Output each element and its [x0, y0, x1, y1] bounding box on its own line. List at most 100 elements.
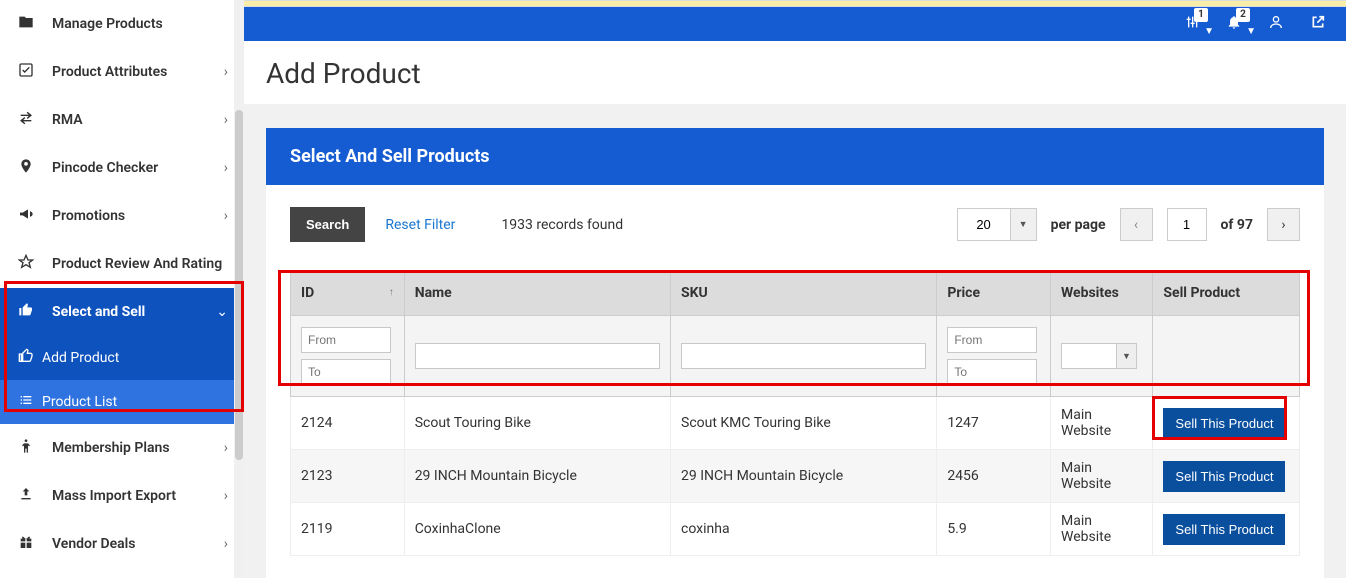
badge: 1 — [1194, 8, 1208, 22]
sidebar-item-label: Pincode Checker — [52, 160, 224, 176]
records-found-text: 1933 records found — [501, 217, 623, 233]
sell-this-product-button[interactable]: Sell This Product — [1163, 461, 1285, 492]
cell-websites: Main Website — [1051, 450, 1153, 503]
cell-sku: 29 INCH Mountain Bicycle — [671, 450, 937, 503]
filter-websites-cell: ▼ — [1051, 316, 1153, 397]
per-page-dropdown-icon[interactable]: ▼ — [1011, 208, 1037, 241]
search-button[interactable]: Search — [290, 207, 365, 242]
sort-asc-icon: ↑ — [389, 287, 394, 298]
notification-strip — [244, 0, 1346, 7]
next-page-button[interactable]: › — [1267, 208, 1300, 241]
bell-icon[interactable]: 2 ▼ — [1226, 14, 1242, 35]
chevron-down-icon: ⌄ — [216, 304, 228, 320]
chevron-right-icon: › — [224, 160, 228, 176]
cell-websites: Main Website — [1051, 397, 1153, 450]
sidebar-sub-label: Product List — [42, 394, 117, 410]
sidebar-item-label: Product Review And Rating — [52, 256, 228, 272]
th-price[interactable]: Price — [937, 271, 1051, 316]
sidebar-item-label: Manage Products — [52, 16, 228, 32]
chevron-right-icon: › — [224, 440, 228, 456]
user-icon[interactable] — [1268, 14, 1284, 35]
sidebar-item-label: Membership Plans — [52, 440, 224, 456]
reset-filter-link[interactable]: Reset Filter — [385, 217, 455, 233]
sidebar-sub-label: Add Product — [42, 350, 119, 366]
filter-name-cell — [404, 316, 670, 397]
sidebar-item-label: RMA — [52, 112, 224, 128]
chevron-right-icon: › — [224, 64, 228, 80]
swap-icon — [16, 110, 36, 130]
th-id[interactable]: ID↑ — [291, 271, 405, 316]
sidebar-item-membership-plans[interactable]: Membership Plans › — [0, 424, 244, 472]
folder-icon — [16, 14, 36, 34]
th-name[interactable]: Name — [404, 271, 670, 316]
body-icon — [16, 438, 36, 458]
cell-sku: coxinha — [671, 503, 937, 556]
sidebar-item-product-review[interactable]: Product Review And Rating — [0, 240, 244, 288]
thumbup-icon — [16, 302, 36, 322]
th-websites[interactable]: Websites — [1051, 271, 1153, 316]
sell-this-product-button[interactable]: Sell This Product — [1163, 408, 1285, 439]
grid-toolbar: Search Reset Filter 1933 records found ▼… — [290, 207, 1300, 242]
sidebar-item-rma[interactable]: RMA › — [0, 96, 244, 144]
sidebar-item-pincode-checker[interactable]: Pincode Checker › — [0, 144, 244, 192]
cell-price: 1247 — [937, 397, 1051, 450]
gift-icon — [16, 534, 36, 554]
sidebar-item-promotions[interactable]: Promotions › — [0, 192, 244, 240]
table-row: 2119 CoxinhaClone coxinha 5.9 Main Websi… — [291, 503, 1300, 556]
cell-name: 29 INCH Mountain Bicycle — [404, 450, 670, 503]
cell-id: 2124 — [291, 397, 405, 450]
table-row: 2123 29 INCH Mountain Bicycle 29 INCH Mo… — [291, 450, 1300, 503]
chevron-right-icon: › — [224, 488, 228, 504]
filter-price-cell — [937, 316, 1051, 397]
filter-id-from[interactable] — [301, 327, 391, 353]
sidebar-item-manage-products[interactable]: Manage Products — [0, 0, 244, 48]
th-sku[interactable]: SKU — [671, 271, 937, 316]
sidebar-item-product-attributes[interactable]: Product Attributes › — [0, 48, 244, 96]
products-table: ID↑ Name SKU Price Websites Sell Product — [290, 270, 1300, 556]
per-page-input[interactable] — [957, 208, 1011, 241]
cell-sell: Sell This Product — [1153, 450, 1300, 503]
filter-sku-cell — [671, 316, 937, 397]
cell-websites: Main Website — [1051, 503, 1153, 556]
page-input[interactable] — [1167, 208, 1207, 241]
upload-icon — [16, 486, 36, 506]
filter-price-to[interactable] — [947, 359, 1037, 385]
cell-sell: Sell This Product — [1153, 397, 1300, 450]
bullhorn-icon — [16, 206, 36, 226]
sidebar-item-mass-import-export[interactable]: Mass Import Export › — [0, 472, 244, 520]
thumbup-icon — [16, 348, 36, 368]
filter-id-cell — [291, 316, 405, 397]
filter-sku[interactable] — [681, 343, 926, 369]
page-title: Add Product — [244, 41, 1346, 104]
filter-websites-select[interactable] — [1061, 343, 1117, 369]
sidebar-item-label: Product Attributes — [52, 64, 224, 80]
page-of-label: of 97 — [1221, 217, 1253, 233]
chevron-right-icon: › — [224, 112, 228, 128]
settings-icon[interactable]: 1 ▼ — [1184, 14, 1200, 35]
cell-id: 2123 — [291, 450, 405, 503]
sidebar-item-label: Vendor Deals — [52, 536, 224, 552]
sidebar-item-vendor-deals[interactable]: Vendor Deals › — [0, 520, 244, 568]
chevron-right-icon: › — [224, 208, 228, 224]
sidebar-item-select-and-sell[interactable]: Select and Sell ⌄ — [0, 288, 244, 336]
filter-id-to[interactable] — [301, 359, 391, 385]
sell-this-product-button[interactable]: Sell This Product — [1163, 514, 1285, 545]
filter-price-from[interactable] — [947, 327, 1037, 353]
cell-price: 5.9 — [937, 503, 1051, 556]
sidebar-scrollbar-thumb[interactable] — [235, 110, 243, 460]
cell-price: 2456 — [937, 450, 1051, 503]
sidebar-scrollbar[interactable] — [234, 0, 244, 578]
th-sell-product[interactable]: Sell Product — [1153, 271, 1300, 316]
cell-sku: Scout KMC Touring Bike — [671, 397, 937, 450]
main-content: 1 ▼ 2 ▼ Add Product Select And Sell Prod… — [244, 0, 1346, 578]
panel-title: Select And Sell Products — [266, 128, 1324, 185]
cell-id: 2119 — [291, 503, 405, 556]
prev-page-button[interactable]: ‹ — [1120, 208, 1153, 241]
sidebar-sub-product-list[interactable]: Product List — [0, 380, 244, 424]
external-link-icon[interactable] — [1310, 14, 1326, 35]
dropdown-icon[interactable]: ▼ — [1117, 343, 1137, 369]
list-icon — [16, 392, 36, 412]
sidebar: Manage Products Product Attributes › RMA… — [0, 0, 244, 578]
filter-name[interactable] — [415, 343, 660, 369]
sidebar-sub-add-product[interactable]: Add Product — [0, 336, 244, 380]
